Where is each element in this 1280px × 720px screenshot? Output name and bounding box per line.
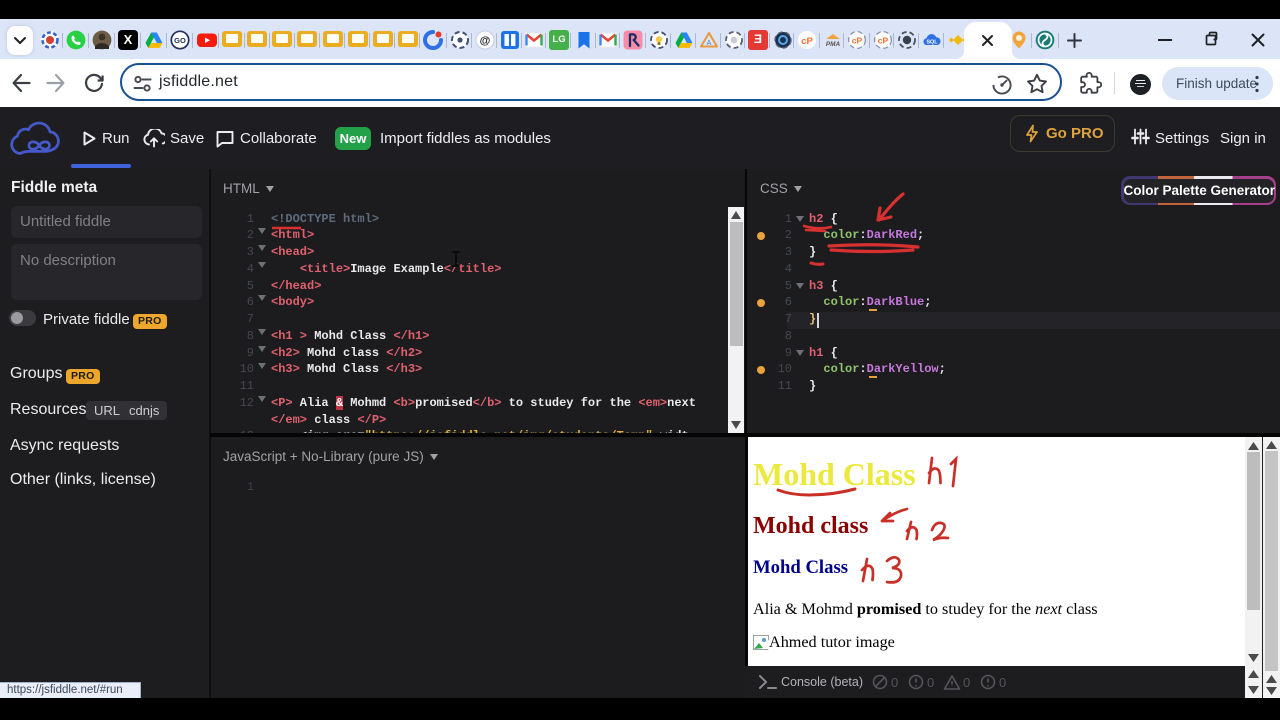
svg-text:A: A [707, 40, 712, 47]
svg-text:0: 0 [891, 675, 898, 690]
svg-text:cP: cP [801, 36, 813, 47]
svg-text:@: @ [480, 35, 491, 47]
svg-text:cP: cP [878, 36, 889, 46]
svg-text:PMA: PMA [826, 41, 841, 48]
svg-text:0: 0 [999, 675, 1006, 690]
svg-text:SQL: SQL [926, 40, 938, 46]
svg-text:0: 0 [963, 675, 970, 690]
svg-text:cP: cP [852, 36, 863, 46]
svg-text:0: 0 [927, 675, 934, 690]
svg-text:GO: GO [174, 36, 186, 45]
